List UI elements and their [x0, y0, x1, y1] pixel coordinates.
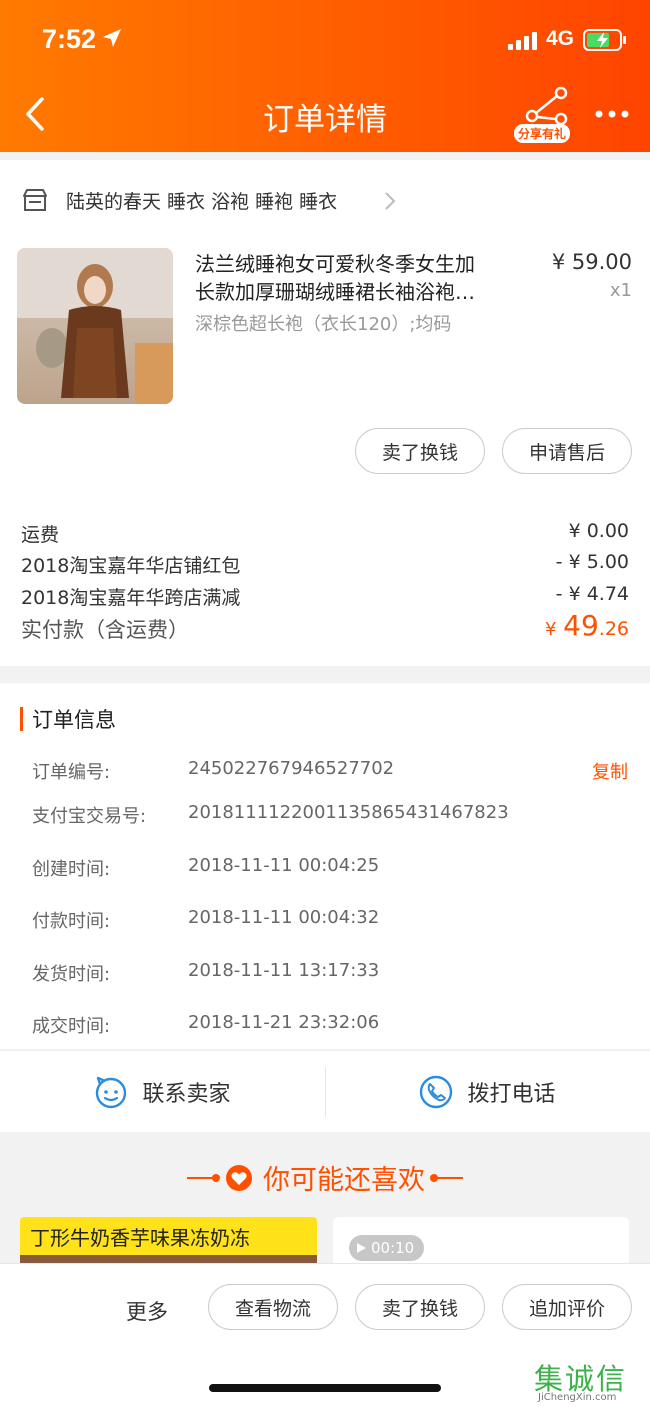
- fee-row-shop-coupon: 2018淘宝嘉年华店铺红包 - ¥ 5.00: [21, 551, 629, 578]
- recommend-card-title: 丁形牛奶香芋味果冻奶冻: [20, 1217, 317, 1255]
- section-accent-bar: [20, 707, 23, 731]
- location-arrow-icon: [103, 29, 121, 47]
- total-paid-row: 实付款（含运费） ¥ 49.26: [21, 609, 629, 644]
- recommend-section-title: 你可能还喜欢: [0, 1158, 650, 1197]
- status-time: 7:52: [42, 24, 97, 54]
- order-number: 245022767946527702: [188, 758, 395, 779]
- product-sku: 深棕色超长袍（衣长120）;均码: [195, 314, 452, 335]
- recommend-title-text: 你可能还喜欢: [263, 1165, 425, 1196]
- phone-icon: [420, 1075, 453, 1109]
- alipay-trade-number: 2018111122001135865431467823: [188, 802, 509, 823]
- payment-time-row: 付款时间: 2018-11-11 00:04:32: [32, 907, 628, 933]
- video-duration-badge: 00:10: [349, 1235, 425, 1261]
- view-logistics-button[interactable]: 查看物流: [208, 1284, 338, 1330]
- product-title-link[interactable]: 法兰绒睡袍女可爱秋冬季女生加 长款加厚珊瑚绒睡裙长袖浴袍…: [195, 250, 525, 306]
- heart-icon: [226, 1164, 252, 1191]
- contact-seller-label: 联系卖家: [142, 1082, 231, 1107]
- more-actions-button[interactable]: 更多: [126, 1296, 168, 1326]
- order-info-title: 订单信息: [32, 708, 116, 732]
- total-label: 实付款（含运费）: [21, 618, 189, 642]
- shipping-time: 2018-11-11 13:17:33: [188, 960, 380, 981]
- battery-charging-icon: [583, 29, 626, 51]
- shipping-time-row: 发货时间: 2018-11-11 13:17:33: [32, 960, 628, 986]
- info-label: 成交时间:: [32, 1016, 111, 1037]
- after-sale-button[interactable]: 申请售后: [502, 428, 632, 474]
- order-info-card: 订单信息 订单编号: 245022767946527702 复制 支付宝交易号:…: [0, 683, 650, 1049]
- call-phone-label: 拨打电话: [467, 1082, 556, 1107]
- payment-time: 2018-11-11 00:04:32: [188, 907, 380, 928]
- decor-line: [430, 1173, 463, 1182]
- home-indicator: [209, 1384, 441, 1392]
- robe-photo-illustration: [17, 248, 173, 404]
- site-watermark: 集诚信 JiChengXin.com: [532, 1356, 648, 1406]
- total-decimal: .26: [598, 618, 629, 640]
- signal-icon: [508, 32, 537, 50]
- fee-label: 运费: [21, 524, 60, 546]
- info-label: 创建时间:: [32, 859, 111, 880]
- created-time-row: 创建时间: 2018-11-11 00:04:25: [32, 855, 628, 881]
- contact-bar: 联系卖家 拨打电话: [0, 1050, 650, 1132]
- fee-label: 2018淘宝嘉年华跨店满减: [21, 587, 241, 609]
- add-review-button[interactable]: 追加评价: [502, 1284, 632, 1330]
- network-type: 4G: [546, 27, 575, 50]
- total-currency: ¥: [545, 619, 557, 640]
- call-phone-button[interactable]: 拨打电话: [325, 1051, 650, 1133]
- sell-for-cash-button-bottom[interactable]: 卖了换钱: [355, 1284, 485, 1330]
- share-reward-badge: 分享有礼: [514, 124, 571, 143]
- info-label: 付款时间:: [32, 911, 111, 932]
- more-options-icon[interactable]: [594, 104, 630, 124]
- total-integer: 49: [563, 609, 599, 642]
- fee-row-cross-shop-discount: 2018淘宝嘉年华跨店满减 - ¥ 4.74: [21, 583, 629, 610]
- product-title-line2: 长款加厚珊瑚绒睡裙长袖浴袍…: [195, 280, 475, 304]
- info-label: 订单编号:: [32, 762, 111, 783]
- bottom-action-bar: 更多 查看物流 卖了换钱 追加评价 集诚信 JiChengXin.com: [0, 1263, 650, 1407]
- share-icon: [525, 86, 568, 126]
- copy-order-number-button[interactable]: 复制: [592, 758, 628, 784]
- order-item-card: 陆英的春天 睡衣 浴袍 睡袍 睡衣 法兰绒睡袍女可爱秋冬季女生加 长款加厚珊瑚绒…: [0, 160, 650, 666]
- info-label: 支付宝交易号:: [32, 806, 147, 827]
- video-duration: 00:10: [371, 1239, 415, 1257]
- product-title-line1: 法兰绒睡袍女可爱秋冬季女生加: [195, 252, 475, 276]
- play-icon: [357, 1243, 366, 1253]
- info-label: 发货时间:: [32, 964, 111, 985]
- product-image[interactable]: [17, 248, 173, 404]
- app-header: 7:52 4G 订单详情 分享有礼: [0, 0, 650, 152]
- fee-value: - ¥ 5.00: [555, 551, 629, 573]
- fee-row-shipping: 运费 ¥ 0.00: [21, 520, 629, 547]
- fee-value: ¥ 0.00: [568, 520, 629, 542]
- order-number-row: 订单编号: 245022767946527702 复制: [32, 758, 628, 784]
- alipay-trade-number-row: 支付宝交易号: 2018111122001135865431467823: [32, 802, 628, 828]
- shop-name-link[interactable]: 陆英的春天 睡衣 浴袍 睡袍 睡衣: [66, 187, 337, 214]
- chat-face-icon: [96, 1076, 127, 1109]
- total-amount: ¥ 49.26: [545, 609, 629, 642]
- store-icon: [23, 189, 47, 211]
- contact-seller-button[interactable]: 联系卖家: [0, 1051, 325, 1133]
- chevron-right-icon[interactable]: [382, 190, 398, 212]
- decor-line: [187, 1173, 220, 1182]
- fee-label: 2018淘宝嘉年华店铺红包: [21, 555, 241, 577]
- completion-time: 2018-11-21 23:32:06: [188, 1012, 380, 1033]
- product-quantity: x1: [609, 280, 632, 301]
- created-time: 2018-11-11 00:04:25: [188, 855, 380, 876]
- share-button[interactable]: 分享有礼: [512, 86, 578, 144]
- fee-value: - ¥ 4.74: [555, 583, 629, 605]
- completion-time-row: 成交时间: 2018-11-21 23:32:06: [32, 1012, 628, 1038]
- watermark-url: JiChengXin.com: [538, 1392, 617, 1403]
- product-price: ¥ 59.00: [551, 250, 632, 274]
- sell-for-cash-button[interactable]: 卖了换钱: [355, 428, 485, 474]
